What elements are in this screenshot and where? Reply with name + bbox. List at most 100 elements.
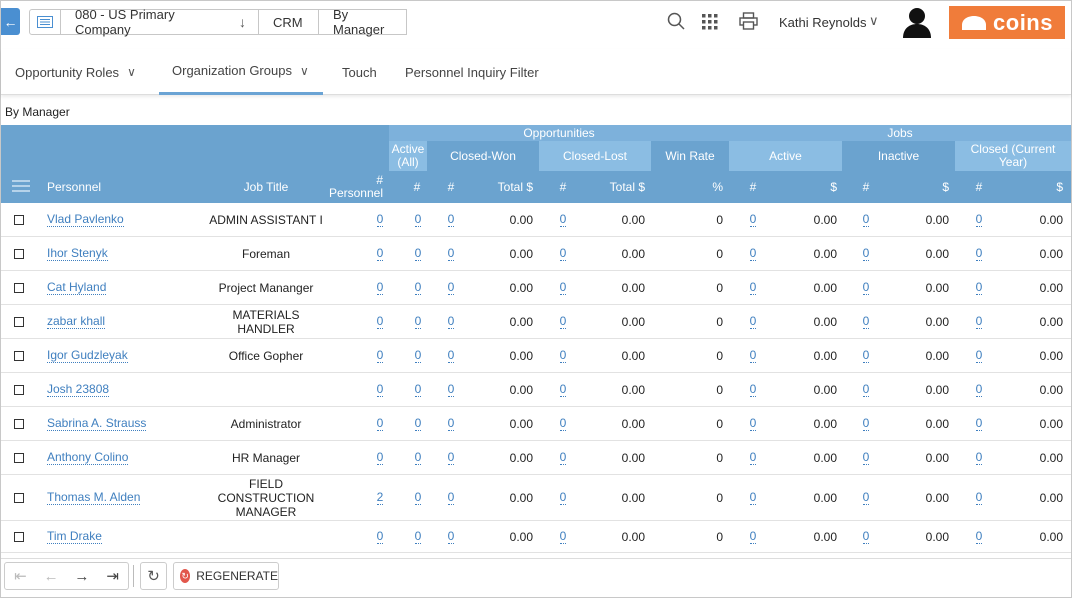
- lost-count-link[interactable]: 0: [559, 490, 567, 505]
- tab-organization-groups[interactable]: Organization Groups ∨: [159, 49, 323, 95]
- first-page-icon[interactable]: ⇤: [5, 563, 36, 589]
- personnel-count-link[interactable]: 0: [376, 314, 384, 329]
- lost-count-link[interactable]: 0: [559, 450, 567, 465]
- menu-list-icon[interactable]: [29, 9, 61, 35]
- row-checkbox[interactable]: [14, 492, 24, 503]
- jobs-active-count-link[interactable]: 0: [749, 490, 757, 505]
- jobs-inactive-count-link[interactable]: 0: [862, 490, 870, 505]
- personnel-count-link[interactable]: 0: [376, 246, 384, 261]
- won-count-link[interactable]: 0: [447, 212, 455, 227]
- jobs-inactive-count-link[interactable]: 0: [862, 314, 870, 329]
- breadcrumb-crm[interactable]: CRM: [259, 9, 319, 35]
- personnel-link[interactable]: Igor Gudzleyak: [47, 348, 128, 363]
- jobs-inactive-count-link[interactable]: 0: [862, 212, 870, 227]
- won-count-link[interactable]: 0: [447, 416, 455, 431]
- active-count-link[interactable]: 0: [414, 348, 422, 363]
- lost-count-link[interactable]: 0: [559, 212, 567, 227]
- lost-count-link[interactable]: 0: [559, 280, 567, 295]
- header-ja-count[interactable]: #: [743, 171, 763, 203]
- jobs-active-count-link[interactable]: 0: [749, 212, 757, 227]
- breadcrumb-company[interactable]: 080 - US Primary Company ↓: [61, 7, 259, 37]
- header-ja-dollar[interactable]: $: [811, 171, 837, 203]
- active-count-link[interactable]: 0: [414, 490, 422, 505]
- row-checkbox[interactable]: [14, 452, 24, 463]
- chevron-down-icon[interactable]: ∨: [869, 13, 879, 29]
- regenerate-button[interactable]: ↻ REGENERATE: [173, 562, 279, 590]
- personnel-count-link[interactable]: 0: [376, 212, 384, 227]
- jobs-active-count-link[interactable]: 0: [749, 246, 757, 261]
- header-win-percent[interactable]: %: [701, 171, 723, 203]
- won-count-link[interactable]: 0: [447, 450, 455, 465]
- jobs-inactive-count-link[interactable]: 0: [862, 382, 870, 397]
- tab-opportunity-roles[interactable]: Opportunity Roles ∨: [15, 49, 136, 95]
- row-checkbox[interactable]: [14, 418, 24, 429]
- won-count-link[interactable]: 0: [447, 490, 455, 505]
- header-lost-total[interactable]: Total $: [593, 171, 645, 203]
- header-jc-count[interactable]: #: [969, 171, 989, 203]
- personnel-count-link[interactable]: 0: [376, 450, 384, 465]
- jobs-inactive-count-link[interactable]: 0: [862, 280, 870, 295]
- won-count-link[interactable]: 0: [447, 314, 455, 329]
- active-count-link[interactable]: 0: [414, 314, 422, 329]
- won-count-link[interactable]: 0: [447, 280, 455, 295]
- breadcrumb-by-manager[interactable]: By Manager: [319, 7, 407, 37]
- jobs-closed-count-link[interactable]: 0: [975, 382, 983, 397]
- row-checkbox[interactable]: [14, 248, 24, 259]
- print-icon[interactable]: [739, 12, 758, 33]
- active-count-link[interactable]: 0: [414, 212, 422, 227]
- active-count-link[interactable]: 0: [414, 280, 422, 295]
- apps-grid-icon[interactable]: [702, 14, 718, 33]
- refresh-button[interactable]: ↻: [140, 562, 167, 590]
- header-num-personnel[interactable]: # Personnel: [323, 171, 383, 203]
- personnel-count-link[interactable]: 0: [376, 348, 384, 363]
- header-ji-dollar[interactable]: $: [923, 171, 949, 203]
- jobs-active-count-link[interactable]: 0: [749, 348, 757, 363]
- personnel-link[interactable]: Anthony Colino: [47, 450, 129, 465]
- personnel-count-link[interactable]: 0: [376, 416, 384, 431]
- column-menu-icon[interactable]: [12, 180, 30, 195]
- jobs-closed-count-link[interactable]: 0: [975, 212, 983, 227]
- search-icon[interactable]: [667, 12, 685, 33]
- row-checkbox[interactable]: [14, 282, 24, 293]
- personnel-count-link[interactable]: 0: [376, 280, 384, 295]
- active-count-link[interactable]: 0: [414, 416, 422, 431]
- header-job-title[interactable]: Job Title: [211, 171, 321, 203]
- personnel-count-link[interactable]: 0: [376, 529, 384, 544]
- user-name[interactable]: Kathi Reynolds: [779, 15, 866, 30]
- lost-count-link[interactable]: 0: [559, 382, 567, 397]
- row-checkbox[interactable]: [14, 531, 24, 542]
- lost-count-link[interactable]: 0: [559, 314, 567, 329]
- jobs-active-count-link[interactable]: 0: [749, 314, 757, 329]
- jobs-active-count-link[interactable]: 0: [749, 450, 757, 465]
- back-arrow-icon[interactable]: ←: [1, 8, 20, 35]
- jobs-closed-count-link[interactable]: 0: [975, 280, 983, 295]
- personnel-link[interactable]: Tim Drake: [47, 529, 102, 544]
- last-page-icon[interactable]: ⇥: [97, 563, 128, 589]
- jobs-closed-count-link[interactable]: 0: [975, 490, 983, 505]
- personnel-link[interactable]: Vlad Pavlenko: [47, 212, 124, 227]
- jobs-inactive-count-link[interactable]: 0: [862, 416, 870, 431]
- next-page-icon[interactable]: →: [67, 563, 98, 589]
- header-ji-count[interactable]: #: [856, 171, 876, 203]
- personnel-link[interactable]: Sabrina A. Strauss: [47, 416, 147, 431]
- jobs-inactive-count-link[interactable]: 0: [862, 529, 870, 544]
- personnel-link[interactable]: Ihor Stenyk: [47, 246, 108, 261]
- active-count-link[interactable]: 0: [414, 246, 422, 261]
- jobs-inactive-count-link[interactable]: 0: [862, 450, 870, 465]
- lost-count-link[interactable]: 0: [559, 416, 567, 431]
- tab-touch[interactable]: Touch: [342, 49, 377, 95]
- won-count-link[interactable]: 0: [447, 529, 455, 544]
- lost-count-link[interactable]: 0: [559, 246, 567, 261]
- header-personnel[interactable]: Personnel: [47, 171, 127, 203]
- personnel-count-link[interactable]: 2: [376, 490, 384, 505]
- lost-count-link[interactable]: 0: [559, 529, 567, 544]
- row-checkbox[interactable]: [14, 316, 24, 327]
- won-count-link[interactable]: 0: [447, 246, 455, 261]
- won-count-link[interactable]: 0: [447, 382, 455, 397]
- jobs-closed-count-link[interactable]: 0: [975, 314, 983, 329]
- lost-count-link[interactable]: 0: [559, 348, 567, 363]
- jobs-closed-count-link[interactable]: 0: [975, 348, 983, 363]
- jobs-closed-count-link[interactable]: 0: [975, 416, 983, 431]
- header-active-count[interactable]: #: [407, 171, 427, 203]
- personnel-link[interactable]: Cat Hyland: [47, 280, 107, 295]
